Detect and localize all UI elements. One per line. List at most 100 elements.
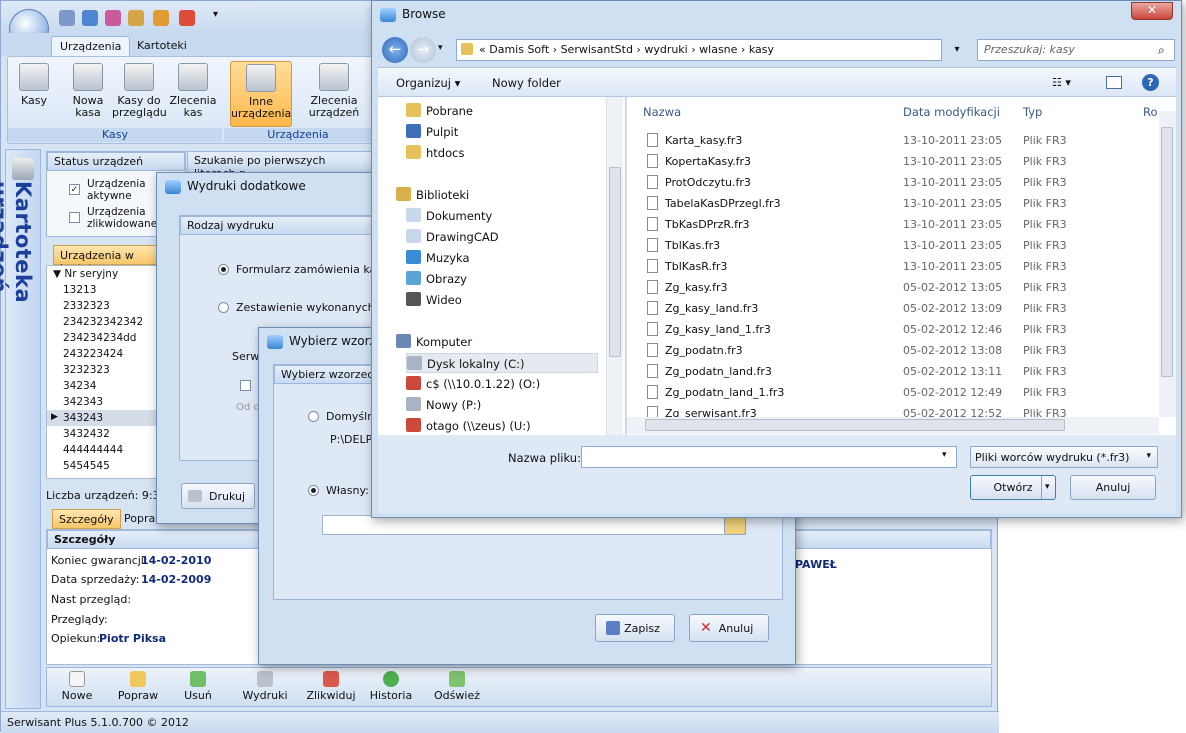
help-icon[interactable]: ? (1142, 74, 1159, 91)
file-row[interactable]: KopertaKasy.fr3 13-10-2011 23:05 Plik FR3 (635, 151, 1155, 172)
list-item[interactable]: 34234 (47, 378, 159, 394)
breadcrumb-kasy[interactable]: kasy (749, 43, 774, 56)
file-row[interactable]: Karta_kasy.fr3 13-10-2011 23:05 Plik FR3 (635, 130, 1155, 151)
new-folder-button[interactable]: Nowy folder (492, 76, 561, 90)
list-item[interactable]: 3432432 (47, 426, 159, 442)
list-item[interactable]: 444444444 (47, 442, 159, 458)
search-icon[interactable]: ⌕ (1158, 43, 1165, 58)
inne-urzadzenia-button[interactable]: Inne urządzenia (230, 61, 292, 127)
file-row[interactable]: TblKas.fr3 13-10-2011 23:05 Plik FR3 (635, 235, 1155, 256)
print-button[interactable]: Drukuj (181, 483, 255, 509)
tools-icon[interactable] (105, 10, 121, 26)
breadcrumb-wlasne[interactable]: wlasne (699, 43, 737, 56)
nav-item[interactable]: Wideo (406, 290, 598, 310)
breadcrumb-serwisantstd[interactable]: SerwisantStd (561, 43, 633, 56)
nav-item[interactable]: otago (\\zeus) (U:) (406, 416, 598, 436)
nav-item[interactable]: Pobrane (406, 101, 598, 121)
file-hscrollbar[interactable] (627, 417, 1159, 434)
custom-radio[interactable] (308, 485, 319, 496)
summary-radio[interactable] (218, 302, 229, 313)
address-bar[interactable]: « Damis Soft › SerwisantStd › wydruki › … (456, 39, 942, 61)
filename-dropdown-icon[interactable]: ▾ (942, 450, 947, 460)
custom-path-input[interactable] (322, 515, 746, 535)
breadcrumb-wydruki[interactable]: wydruki (644, 43, 687, 56)
column-name[interactable]: Nazwa (643, 105, 681, 119)
recent-dropdown-icon[interactable]: ▾ (438, 43, 443, 53)
open-dropdown-icon[interactable]: ▾ (1045, 482, 1050, 492)
refresh-button[interactable]: Odśwież (431, 670, 483, 706)
nav-scrollbar[interactable] (606, 97, 623, 435)
file-row[interactable]: Zg_kasy_land.fr3 05-02-2012 13:09 Plik FR3 (635, 298, 1155, 319)
save-button[interactable]: Zapisz (595, 614, 675, 642)
nav-item[interactable]: Obrazy (406, 269, 598, 289)
qat-dropdown-icon[interactable]: ▾ (213, 9, 218, 20)
list-item[interactable]: 13213 (47, 282, 159, 298)
nav-scroll-thumb[interactable] (609, 167, 621, 357)
calculator-icon[interactable] (128, 10, 144, 26)
browse-cancel-button[interactable]: Anuluj (1070, 475, 1156, 500)
column-date[interactable]: Data modyfikacji (903, 105, 1000, 119)
organize-menu[interactable]: Organizuj ▾ (396, 76, 460, 90)
list-item[interactable]: 234234234dd (47, 330, 159, 346)
file-hscroll-thumb[interactable] (645, 419, 1065, 431)
file-row[interactable]: Zg_kasy_land_1.fr3 05-02-2012 12:46 Plik F… (635, 319, 1155, 340)
nav-item[interactable]: Muzyka (406, 248, 598, 268)
column-type[interactable]: Typ (1023, 105, 1042, 119)
close-icon[interactable]: ✕ (1131, 2, 1173, 20)
nav-item[interactable]: Pulpit (406, 122, 598, 142)
nav-item[interactable]: Biblioteki (396, 185, 598, 205)
search-input[interactable]: Przeszukaj: kasy (977, 39, 1175, 61)
filename-input[interactable] (581, 446, 957, 468)
nav-item[interactable]: Komputer (396, 332, 598, 352)
list-item[interactable]: 243223424 (47, 346, 159, 362)
nav-item[interactable]: Dysk lokalny (C:) (406, 353, 598, 373)
file-row[interactable]: TabelaKasDPrzegl.fr3 13-10-2011 23:05 Plik… (635, 193, 1155, 214)
save-icon[interactable] (82, 10, 98, 26)
list-item[interactable]: 234232342342 (47, 314, 159, 330)
nav-item[interactable]: Nowy (P:) (406, 395, 598, 415)
liquidate-button[interactable]: Zlikwiduj (303, 670, 359, 706)
forward-icon[interactable]: → (410, 37, 436, 63)
file-row[interactable]: Zg_kasy.fr3 05-02-2012 13:05 Plik FR3 (635, 277, 1155, 298)
nav-item[interactable]: DrawingCAD (406, 227, 598, 247)
file-row[interactable]: Zg_podatn_land.fr3 05-02-2012 13:11 Plik F… (635, 361, 1155, 382)
home-icon[interactable] (59, 10, 75, 26)
tab-szczegoly[interactable]: Szczegóły (52, 509, 121, 529)
column-size[interactable]: Ro (1143, 105, 1158, 119)
file-row[interactable]: Zg_podatn.fr3 05-02-2012 13:08 Plik FR3 (635, 340, 1155, 361)
list-item[interactable]: 3232323 (47, 362, 159, 378)
nowa-kasa-button[interactable]: Nowa kasa (64, 61, 112, 127)
nav-item[interactable]: Dokumenty (406, 206, 598, 226)
kasy-do-przegladu-button[interactable]: Kasy do przeglądu (112, 61, 167, 127)
default-radio[interactable] (308, 411, 319, 422)
view-options-icon[interactable]: ☷ ▾ (1052, 76, 1071, 89)
liquidated-checkbox[interactable] (69, 212, 80, 223)
zlecenia-urzadzen-button[interactable]: Zlecenia urządzeń (304, 61, 364, 127)
file-vscroll-thumb[interactable] (1161, 127, 1173, 377)
template-cancel-button[interactable]: ✕ Anuluj (689, 614, 769, 642)
new-button[interactable]: Nowe (57, 670, 97, 706)
tab-kartoteki[interactable]: Kartoteki (129, 36, 195, 56)
nav-item[interactable]: c$ (\\10.0.1.22) (O:) (406, 374, 598, 394)
file-row[interactable]: Zg_podatn_land_1.fr3 05-02-2012 12:49 Plik… (635, 382, 1155, 403)
list-item[interactable]: 342343 (47, 394, 159, 410)
list-tab[interactable]: Urządzenia w kartot (53, 245, 161, 275)
order-form-radio[interactable] (218, 264, 229, 275)
filter-select[interactable]: Pliki worców wydruku (*.fr3) ▾ (970, 446, 1158, 468)
edit-button[interactable]: Popraw (113, 670, 163, 706)
tab-urzadzenia[interactable]: Urządzenia (51, 36, 131, 56)
power-icon[interactable] (179, 10, 195, 26)
file-row[interactable]: ProtOdczytu.fr3 13-10-2011 23:05 Plik FR3 (635, 172, 1155, 193)
nav-item[interactable]: htdocs (406, 143, 598, 163)
print-icon[interactable] (153, 10, 169, 26)
file-row[interactable]: TbKasDPrzR.fr3 13-10-2011 23:05 Plik FR3 (635, 214, 1155, 235)
serwis-checkbox[interactable] (240, 380, 251, 391)
file-vscrollbar[interactable] (1159, 111, 1176, 417)
list-column-header[interactable]: ▼ Nr seryjny (47, 266, 159, 282)
file-row[interactable]: TblKasR.fr3 13-10-2011 23:05 Plik FR3 (635, 256, 1155, 277)
zlecenia-kas-button[interactable]: Zlecenia kas (168, 61, 218, 127)
list-item[interactable]: 2332323 (47, 298, 159, 314)
delete-button[interactable]: Usuń (177, 670, 219, 706)
prints-button[interactable]: Wydruki (239, 670, 291, 706)
list-item[interactable]: 343243 (47, 410, 159, 426)
